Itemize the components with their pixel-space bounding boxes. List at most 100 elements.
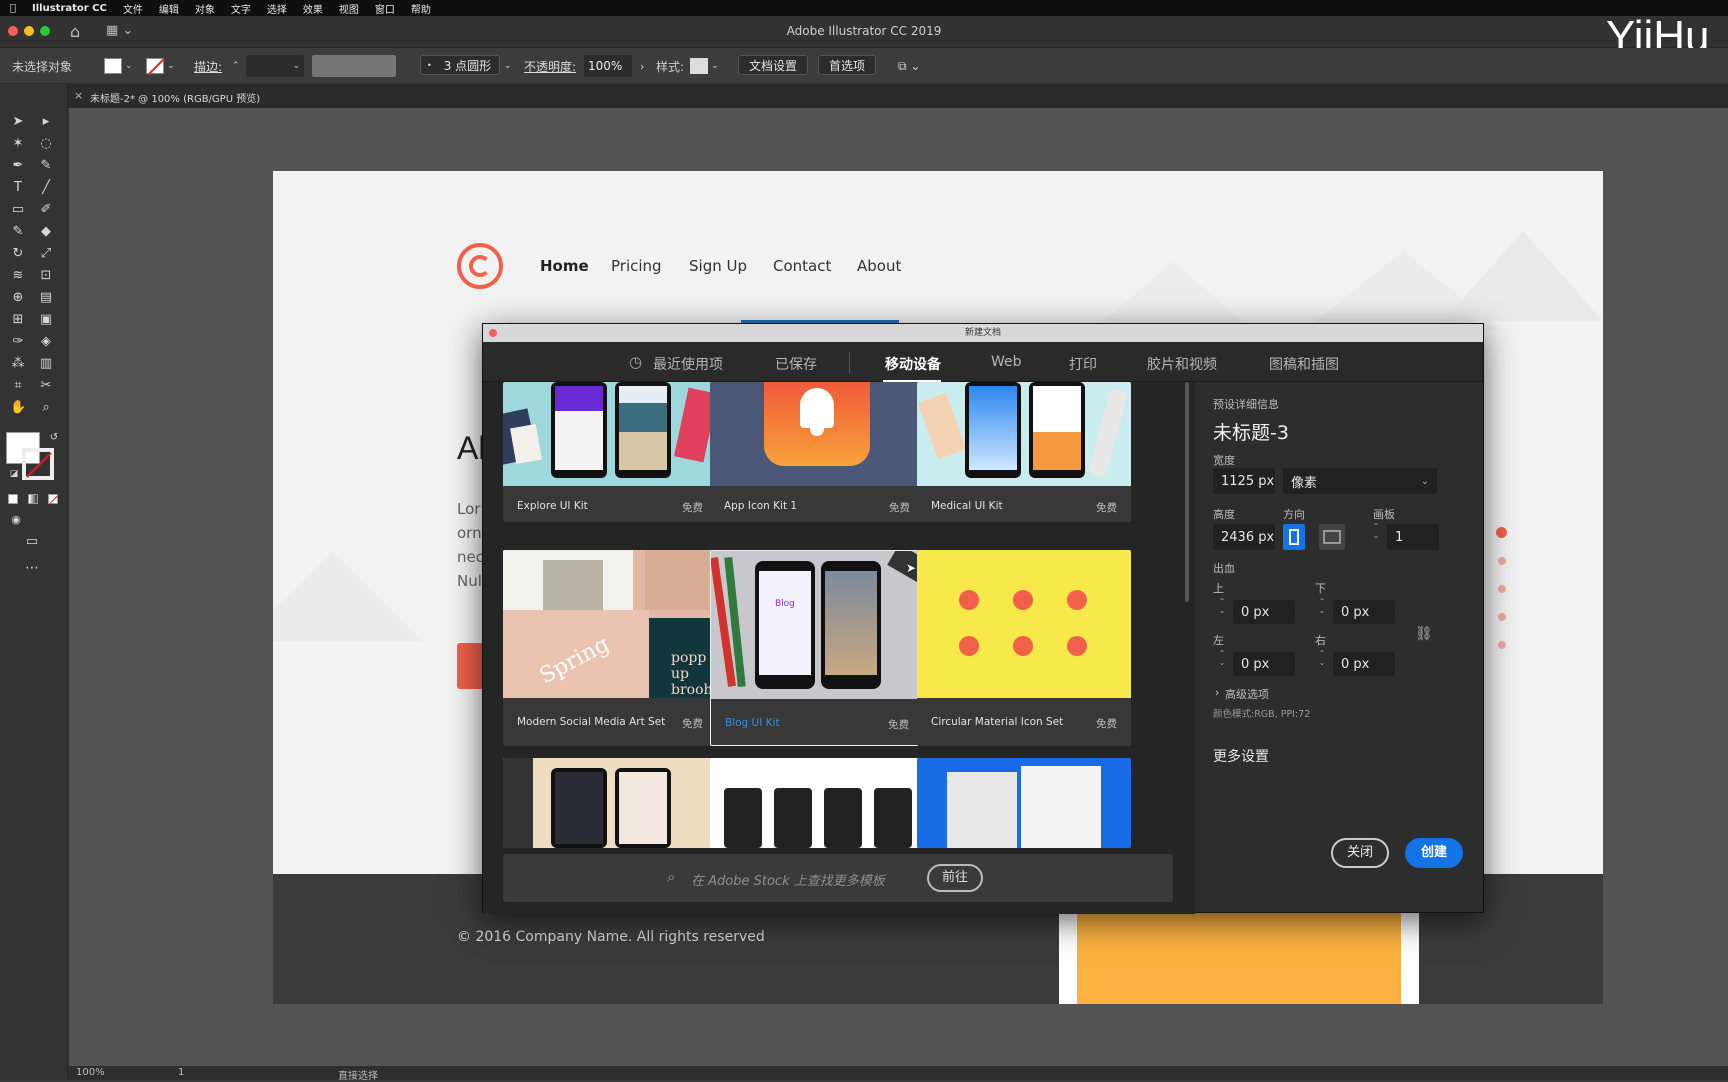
blend-tool-icon[interactable]: ◈ xyxy=(38,334,54,350)
stock-search-input[interactable]: 在 Adobe Stock 上查找更多模板 xyxy=(691,870,885,889)
close-button[interactable]: 关闭 xyxy=(1331,838,1389,868)
artboards-input[interactable]: 1 xyxy=(1387,524,1439,550)
tab-art-illustration[interactable]: 图稿和插图 xyxy=(1269,354,1339,374)
menu-object[interactable]: 对象 xyxy=(195,1,215,16)
height-input[interactable]: 2436 px xyxy=(1213,524,1275,550)
shaper-tool-icon[interactable]: ✎ xyxy=(10,224,26,240)
menu-view[interactable]: 视图 xyxy=(339,1,359,16)
slice-tool-icon[interactable]: ✂ xyxy=(38,378,54,394)
warp-tool-icon[interactable]: ≋ xyxy=(10,268,26,284)
preferences-button[interactable]: 首选项 xyxy=(818,55,877,75)
slider-dot[interactable] xyxy=(1498,641,1506,649)
advanced-options-toggle[interactable]: 高级选项 xyxy=(1225,686,1269,702)
symbol-sprayer-icon[interactable]: ⁂ xyxy=(10,356,26,372)
style-swatch[interactable]: ⌄ xyxy=(690,55,719,77)
template-card[interactable]: Medical UI Kit 免费 xyxy=(917,382,1131,522)
gradient-tool-icon[interactable]: ▣ xyxy=(38,312,54,328)
stroke-label[interactable]: 描边: xyxy=(194,55,222,77)
tab-recent[interactable]: 最近使用项 xyxy=(653,354,723,374)
slider-dot[interactable] xyxy=(1498,585,1506,593)
portrait-orientation-icon[interactable] xyxy=(1283,524,1305,550)
template-card[interactable]: Explore UI Kit 免费 xyxy=(503,382,717,522)
slider-dot[interactable] xyxy=(1498,613,1506,621)
template-card[interactable] xyxy=(503,758,717,848)
eyedropper-icon[interactable]: ✑ xyxy=(10,334,26,350)
more-tools-icon[interactable]: ⋯ xyxy=(24,560,40,576)
nav-signup[interactable]: Sign Up xyxy=(689,257,747,275)
paintbrush-icon[interactable]: ✐ xyxy=(38,202,54,218)
stroke-weight-input[interactable]: ⌄ xyxy=(246,55,304,77)
link-bleed-icon[interactable]: ⛓ xyxy=(1415,626,1433,642)
arrange-icon[interactable]: ⧉ ⌄ xyxy=(898,55,920,77)
color-mode-icon[interactable] xyxy=(8,494,18,504)
opacity-label[interactable]: 不透明度: xyxy=(524,55,576,77)
slider-dot-active[interactable] xyxy=(1496,527,1507,538)
hero-cta-button[interactable] xyxy=(457,643,485,689)
menu-select[interactable]: 选择 xyxy=(267,1,287,16)
perspective-grid-icon[interactable]: ▤ xyxy=(38,290,54,306)
advanced-options-chevron-icon[interactable]: › xyxy=(1215,686,1219,699)
opacity-input[interactable]: 100% xyxy=(584,55,632,77)
free-transform-icon[interactable]: ⊡ xyxy=(38,268,54,284)
template-card[interactable]: Blog Blog UI Kit 免费 xyxy=(710,550,924,746)
mesh-tool-icon[interactable]: ⊞ xyxy=(10,312,26,328)
shape-builder-icon[interactable]: ⊕ xyxy=(10,290,26,306)
nav-contact[interactable]: Contact xyxy=(773,257,831,275)
graph-tool-icon[interactable]: ▥ xyxy=(38,356,54,372)
stock-go-button[interactable]: 前往 xyxy=(927,864,983,892)
tab-close-icon[interactable]: × xyxy=(74,89,83,102)
unit-select[interactable]: 像素 ⌄ xyxy=(1283,468,1437,494)
line-tool-icon[interactable]: ╱ xyxy=(38,180,54,196)
document-tab[interactable]: 未标题-2* @ 100% (RGB/GPU 预览) xyxy=(90,90,260,105)
scale-tool-icon[interactable]: ⤢ xyxy=(38,246,54,262)
lasso-icon[interactable]: ◌ xyxy=(38,136,54,152)
zoom-level[interactable]: 100% xyxy=(76,1067,105,1078)
artboard-number[interactable]: 1 xyxy=(178,1067,184,1078)
brush-select[interactable]: • 3 点圆形 xyxy=(420,55,500,75)
artboard-tool-icon[interactable]: ⌗ xyxy=(10,378,26,394)
bleed-top-input[interactable]: 0 px xyxy=(1233,600,1295,624)
direct-selection-tool-icon[interactable]: ▸ xyxy=(38,114,54,130)
screen-mode-icon[interactable]: ▭ xyxy=(24,534,40,550)
gradient-mode-icon[interactable] xyxy=(28,494,38,504)
rotate-tool-icon[interactable]: ↻ xyxy=(10,246,26,262)
bleed-bottom-input[interactable]: 0 px xyxy=(1333,600,1395,624)
bleed-bottom-stepper[interactable]: ⌃ ⌄ xyxy=(1317,597,1327,615)
menu-file[interactable]: 文件 xyxy=(123,1,143,16)
brush-dropdown-icon[interactable]: ⌄ xyxy=(504,55,512,77)
tab-mobile[interactable]: 移动设备 xyxy=(885,354,941,374)
magic-wand-icon[interactable]: ✶ xyxy=(10,136,26,152)
slider-dot[interactable] xyxy=(1498,557,1506,565)
pen-tool-icon[interactable]: ✒ xyxy=(10,158,26,174)
swap-colors-icon[interactable]: ↺ xyxy=(46,430,62,446)
nav-about[interactable]: About xyxy=(857,257,901,275)
create-button[interactable]: 创建 xyxy=(1405,838,1463,868)
landscape-orientation-icon[interactable] xyxy=(1319,524,1345,550)
bleed-right-stepper[interactable]: ⌃ ⌄ xyxy=(1317,649,1327,667)
apple-icon[interactable]:  xyxy=(10,3,16,14)
zoom-tool-icon[interactable]: ⌕ xyxy=(38,400,54,416)
tab-web[interactable]: Web xyxy=(991,354,1022,370)
menu-effect[interactable]: 效果 xyxy=(303,1,323,16)
template-card[interactable] xyxy=(710,758,924,848)
tab-saved[interactable]: 已保存 xyxy=(775,354,817,374)
nav-home[interactable]: Home xyxy=(540,257,589,275)
template-card[interactable]: Spring popp up brooh Modern Social Media… xyxy=(503,550,717,746)
template-scrollbar[interactable] xyxy=(1185,382,1189,602)
menu-window[interactable]: 窗口 xyxy=(375,1,395,16)
document-name-input[interactable]: 未标题-3 xyxy=(1213,418,1289,445)
stroke-swatch[interactable]: ⌄ xyxy=(146,55,175,77)
hand-tool-icon[interactable]: ✋ xyxy=(10,400,26,416)
curvature-tool-icon[interactable]: ✎ xyxy=(38,158,54,174)
menu-help[interactable]: 帮助 xyxy=(411,1,431,16)
template-card[interactable] xyxy=(917,758,1131,848)
opacity-arrow-icon[interactable]: › xyxy=(640,55,644,77)
variable-width-profile[interactable] xyxy=(312,55,396,77)
dialog-close-dot[interactable] xyxy=(489,329,497,337)
bleed-left-input[interactable]: 0 px xyxy=(1233,652,1295,676)
stroke-weight-stepper[interactable]: ⌃ xyxy=(232,55,240,77)
menu-type[interactable]: 文字 xyxy=(231,1,251,16)
draw-mode-icon[interactable]: ◉ xyxy=(8,512,24,528)
document-setup-button[interactable]: 文档设置 xyxy=(738,55,809,75)
eraser-tool-icon[interactable]: ◆ xyxy=(38,224,54,240)
